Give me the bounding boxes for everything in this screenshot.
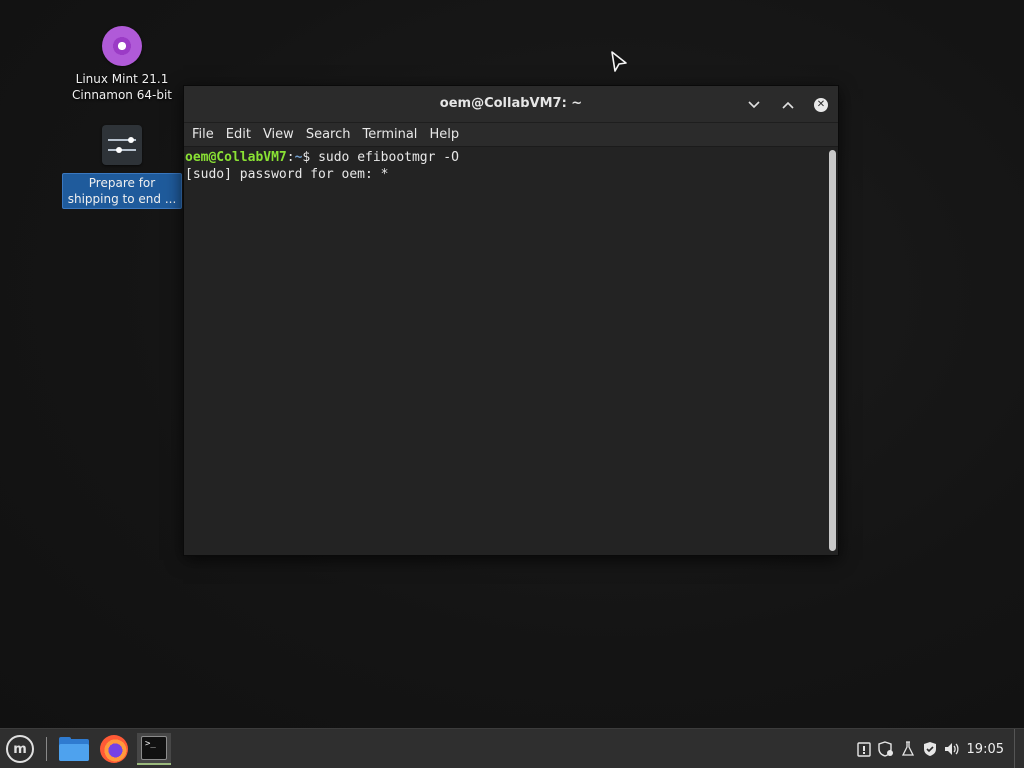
terminal-output[interactable]: oem@CollabVM7:~$ sudo efibootmgr -O [sud… — [184, 148, 826, 555]
flask-icon[interactable] — [897, 729, 919, 768]
desktop-icon-prepare-shipping[interactable]: Prepare for shipping to end ... — [62, 125, 182, 209]
window-titlebar[interactable]: oem@CollabVM7: ~ ✕ — [184, 86, 838, 123]
firefox-icon — [100, 735, 128, 763]
scrollbar-thumb[interactable] — [829, 150, 836, 551]
desktop-icon-install-disc[interactable]: Linux Mint 21.1 Cinnamon 64-bit — [62, 26, 182, 104]
close-icon: ✕ — [814, 98, 828, 112]
system-tray: 19:05 — [853, 729, 1024, 768]
taskbar-separator — [46, 737, 47, 761]
show-desktop-button[interactable] — [1014, 729, 1024, 768]
terminal-icon: >_ — [141, 736, 167, 760]
terminal-scrollbar[interactable] — [829, 150, 836, 551]
terminal-taskbar-button[interactable]: >_ — [137, 733, 171, 765]
files-launcher[interactable] — [57, 733, 91, 765]
clock[interactable]: 19:05 — [963, 742, 1010, 757]
shield-network-icon[interactable] — [875, 729, 897, 768]
menu-edit[interactable]: Edit — [220, 127, 257, 142]
menu-file[interactable]: File — [186, 127, 220, 142]
chevron-down-icon — [748, 101, 760, 109]
maximize-button[interactable] — [778, 95, 798, 115]
desktop-icon-label: Prepare for shipping to end ... — [62, 173, 182, 209]
menu-terminal[interactable]: Terminal — [356, 127, 423, 142]
update-manager-icon[interactable] — [853, 729, 875, 768]
prompt-end: $ — [302, 150, 319, 165]
disc-icon — [102, 26, 142, 66]
terminal-command: sudo efibootmgr -O — [318, 150, 459, 165]
taskbar: m >_ 19:05 — [0, 728, 1024, 768]
shield-icon[interactable] — [919, 729, 941, 768]
prompt-user: oem@CollabVM7 — [185, 150, 287, 165]
menu-button[interactable]: m — [3, 733, 37, 765]
chevron-up-icon — [782, 101, 794, 109]
desktop-icon-label: Linux Mint 21.1 Cinnamon 64-bit — [72, 72, 172, 102]
prompt-separator: : — [286, 150, 295, 165]
settings-sliders-icon — [102, 125, 142, 165]
menu-view[interactable]: View — [257, 127, 300, 142]
terminal-line: oem@CollabVM7:~$ sudo efibootmgr -O — [185, 149, 825, 166]
firefox-launcher[interactable] — [97, 733, 131, 765]
minimize-button[interactable] — [744, 95, 764, 115]
menu-search[interactable]: Search — [300, 127, 357, 142]
terminal-window[interactable]: oem@CollabVM7: ~ ✕ File Edit View Search… — [183, 85, 839, 556]
window-title: oem@CollabVM7: ~ — [439, 96, 583, 111]
menu-help[interactable]: Help — [423, 127, 465, 142]
mint-logo-icon: m — [6, 735, 34, 763]
desktop: Linux Mint 21.1 Cinnamon 64-bit Prepare … — [0, 0, 1024, 728]
volume-icon[interactable] — [941, 729, 963, 768]
menubar: File Edit View Search Terminal Help — [184, 123, 838, 147]
close-button[interactable]: ✕ — [811, 95, 831, 115]
mouse-cursor-icon — [611, 51, 627, 72]
terminal-line: [sudo] password for oem: * — [185, 167, 389, 182]
folder-icon — [59, 737, 89, 761]
